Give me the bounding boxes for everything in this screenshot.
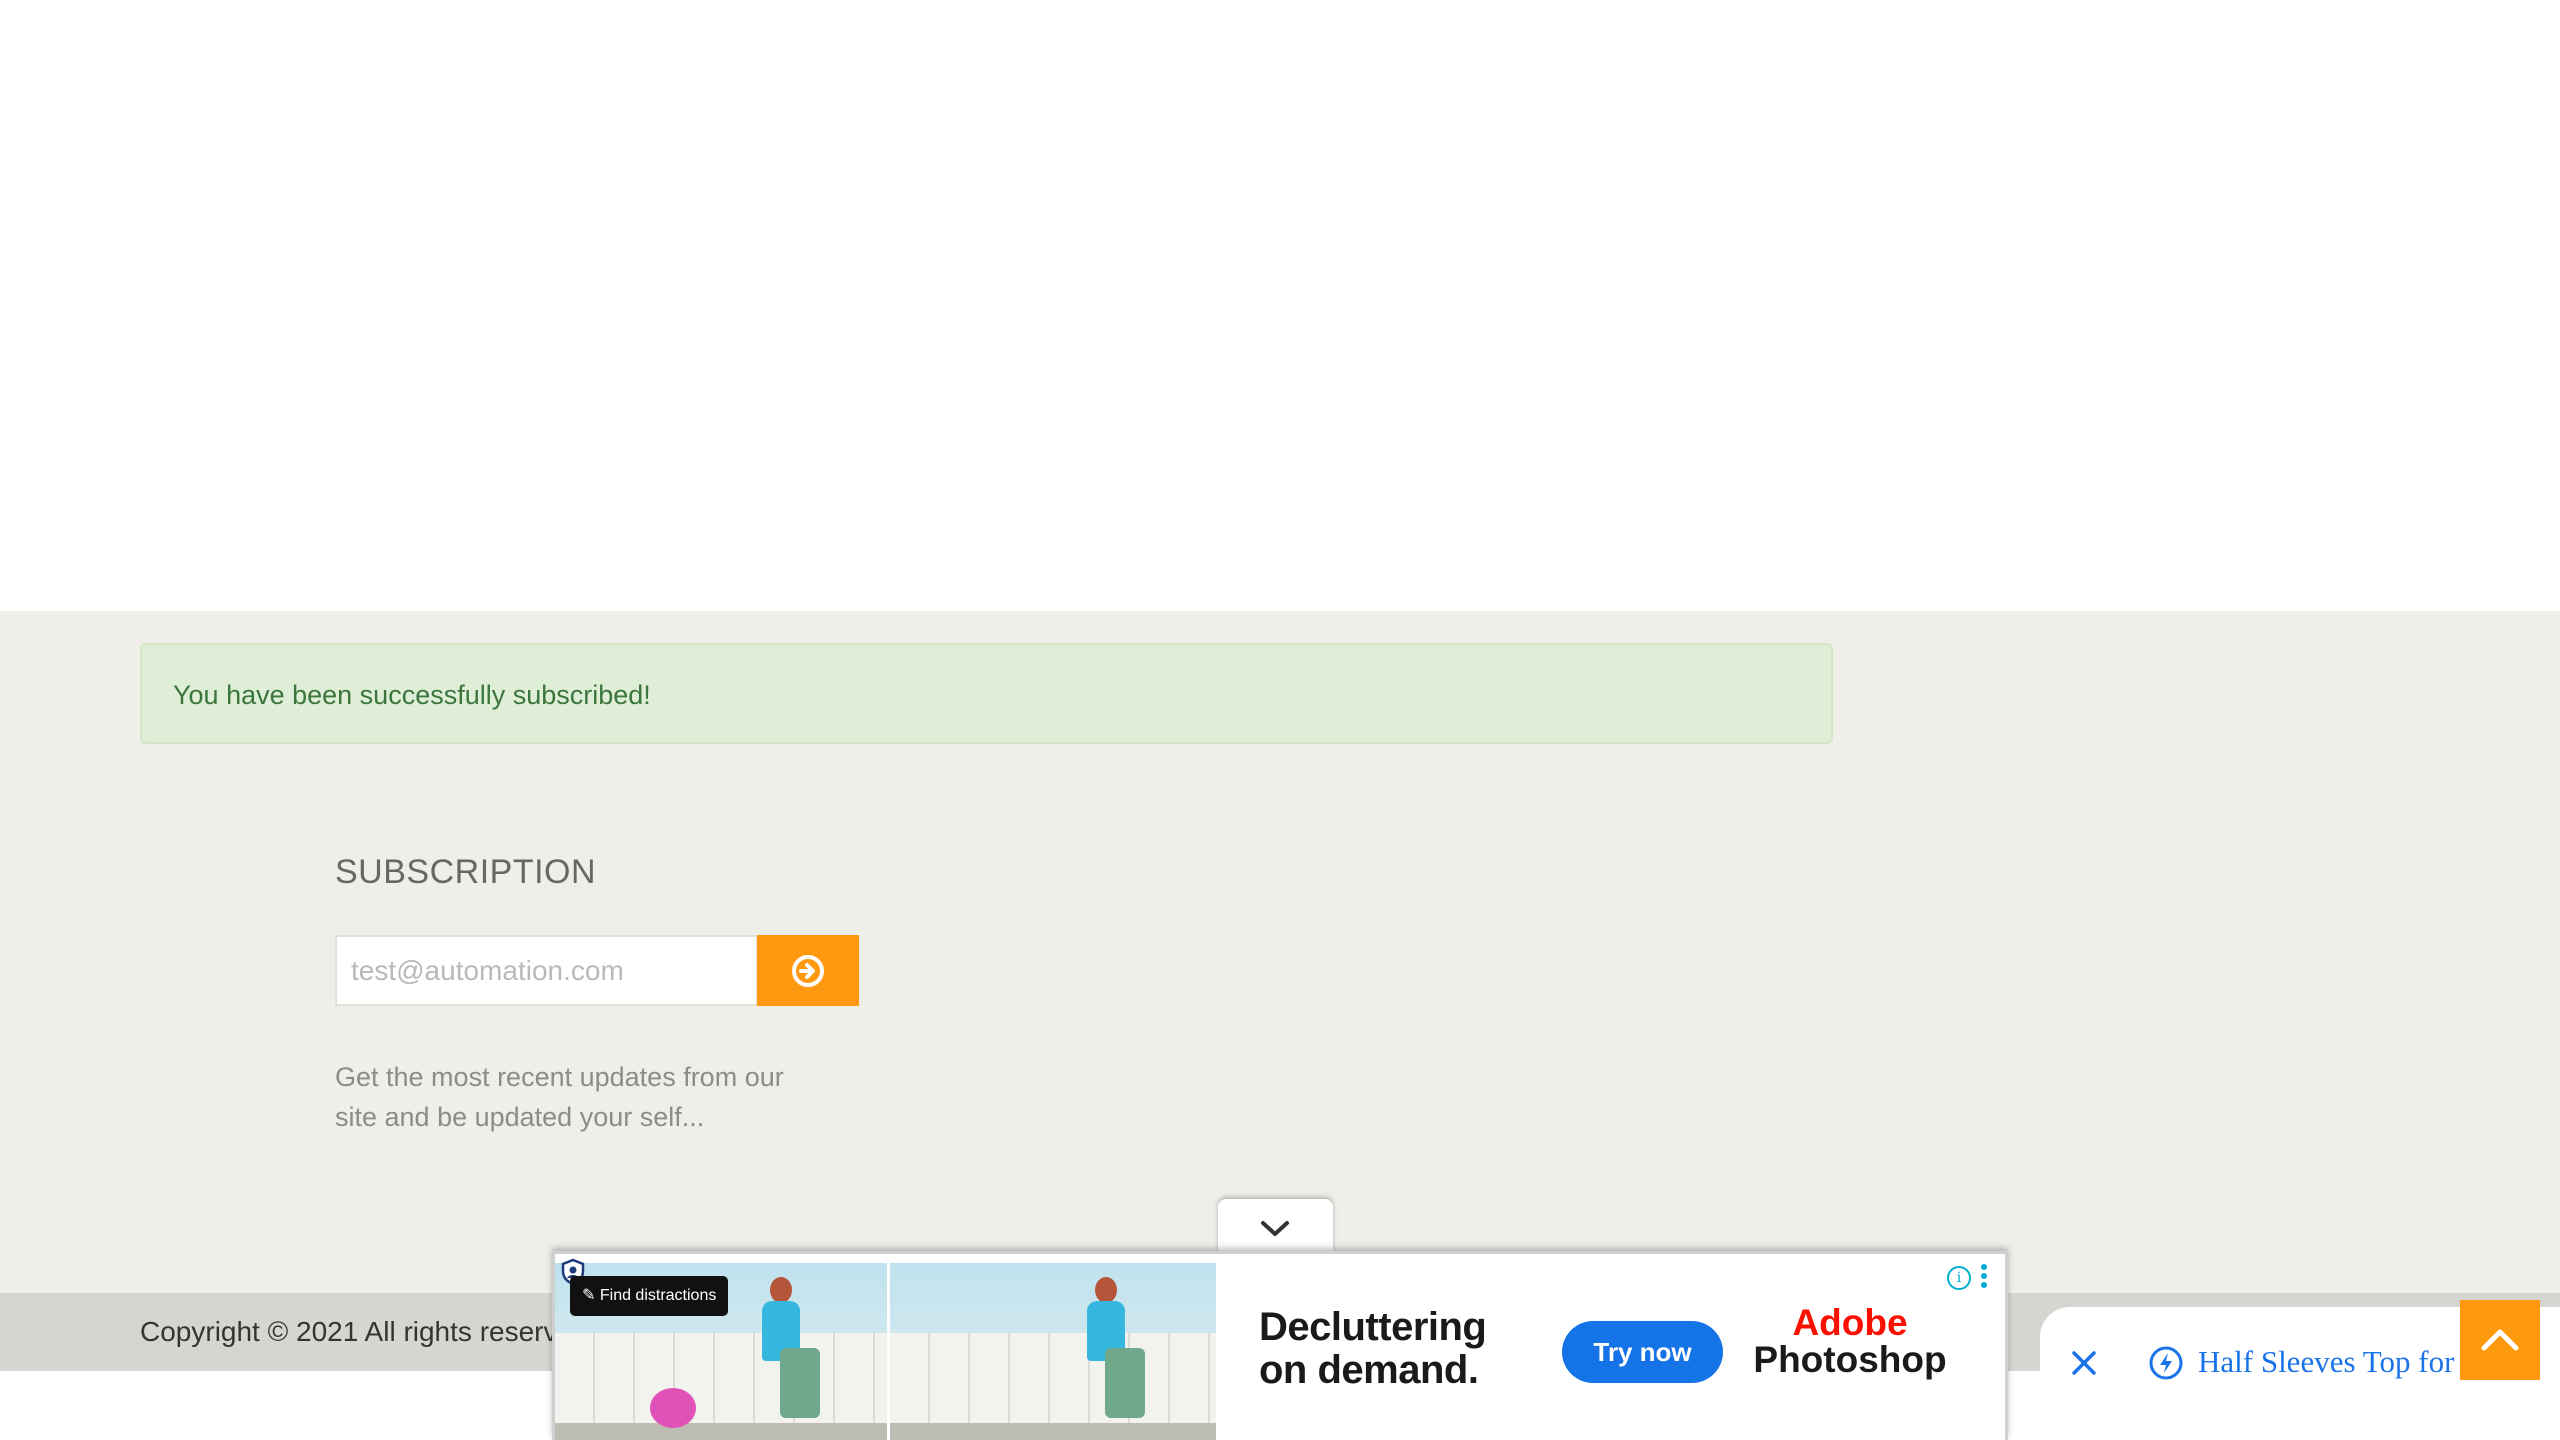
close-icon[interactable] — [2068, 1347, 2100, 1379]
ad-headline: Decluttering on demand. — [1259, 1306, 1519, 1392]
ad-collapse-toggle[interactable] — [1218, 1199, 1333, 1251]
find-distractions-label: Find distractions — [599, 1287, 717, 1304]
ad-brand: Adobe Photoshop — [1750, 1304, 1950, 1378]
copyright-text: Copyright © 2021 All rights reserv — [140, 1316, 558, 1347]
chevron-up-icon — [2481, 1329, 2519, 1351]
ad-headline-line2: on demand. — [1259, 1348, 1479, 1392]
ad-image-right — [890, 1263, 1216, 1440]
find-distractions-tag[interactable]: ✎ Find distractions — [570, 1276, 729, 1316]
subscribe-email-input[interactable] — [335, 935, 758, 1006]
wand-icon: ✎ — [582, 1287, 596, 1304]
chevron-down-icon — [1261, 1221, 1289, 1236]
bolt-icon — [2149, 1346, 2183, 1380]
ad-brand-line1: Adobe — [1792, 1302, 1908, 1343]
ad-headline-line1: Decluttering — [1259, 1305, 1487, 1349]
ad-menu-icon[interactable] — [1981, 1264, 1989, 1291]
subscription-title: SUBSCRIPTION — [335, 853, 597, 891]
side-notice-link[interactable]: Half Sleeves Top for — [2198, 1339, 2454, 1385]
ad-brand-line2: Photoshop — [1753, 1339, 1947, 1380]
ad-banner[interactable]: ✎ Find distractions Decluttering on dema… — [552, 1251, 2008, 1440]
subscribe-button[interactable] — [757, 935, 859, 1006]
subscription-description: Get the most recent updates from our sit… — [335, 1062, 784, 1132]
page-content-blank — [0, 0, 2560, 611]
ad-info-icon[interactable]: i — [1947, 1266, 1971, 1290]
arrow-circle-right-icon — [792, 954, 824, 987]
success-alert: You have been successfully subscribed! — [140, 643, 1833, 744]
ad-try-now-button[interactable]: Try now — [1562, 1321, 1723, 1383]
scroll-up-button[interactable] — [2460, 1300, 2540, 1380]
